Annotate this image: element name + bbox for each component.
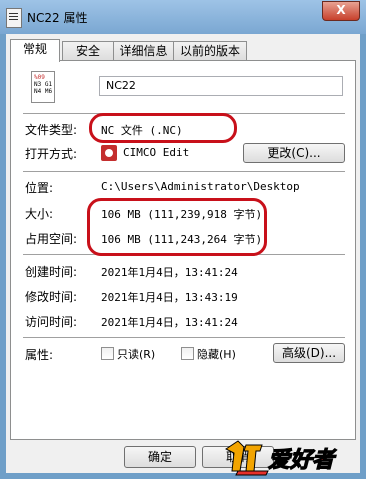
change-button[interactable]: 更改(C)...	[243, 143, 345, 163]
readonly-label: 只读(R)	[117, 348, 156, 361]
file-name-field[interactable]: NC22	[99, 76, 343, 96]
readonly-checkbox[interactable]	[101, 347, 114, 360]
watermark-logo: 爱好者	[225, 440, 338, 476]
attributes-label: 属性:	[25, 348, 54, 362]
divider	[23, 171, 345, 172]
location-label: 位置:	[25, 181, 54, 195]
advanced-button-label: 高级(D)...	[281, 346, 337, 360]
title-bar: NC22 属性 X	[0, 0, 366, 34]
tab-security[interactable]: 安全	[62, 41, 114, 61]
file-name-value: NC22	[106, 79, 136, 92]
created-value: 2021年1月4日，13:41:24	[101, 266, 238, 279]
accessed-value: 2021年1月4日，13:41:24	[101, 316, 238, 329]
file-icon	[6, 8, 22, 28]
tab-details-label: 详细信息	[119, 44, 168, 58]
advanced-button[interactable]: 高级(D)...	[273, 343, 345, 363]
change-button-label: 更改(C)...	[267, 146, 321, 160]
highlight-oval-type	[89, 113, 237, 143]
nc-file-icon: %09 N3 G1 N4 M6	[31, 71, 55, 103]
modified-label: 修改时间:	[25, 290, 78, 304]
location-value: C:\Users\Administrator\Desktop	[101, 180, 300, 193]
file-icon-line: N4 M6	[34, 88, 53, 95]
file-icon-line: %09	[34, 74, 45, 81]
ok-button-label: 确定	[147, 450, 172, 464]
tab-general-label: 常规	[22, 42, 47, 56]
accessed-label: 访问时间:	[25, 315, 78, 329]
close-icon: X	[336, 3, 346, 17]
file-icon-line: N3 G1	[34, 81, 53, 88]
tab-previous-versions-label: 以前的版本	[179, 44, 240, 58]
created-label: 创建时间:	[25, 265, 78, 279]
cimco-app-icon	[101, 145, 117, 161]
opens-with-value: CIMCO Edit	[123, 146, 190, 159]
modified-value: 2021年1月4日，13:43:19	[101, 291, 238, 304]
tab-previous-versions[interactable]: 以前的版本	[173, 41, 247, 61]
tab-security-label: 安全	[75, 44, 100, 58]
tab-general[interactable]: 常规	[10, 39, 60, 62]
tab-details[interactable]: 详细信息	[113, 41, 174, 61]
window-title: NC22 属性	[27, 11, 88, 25]
ok-button[interactable]: 确定	[124, 446, 196, 468]
close-button[interactable]: X	[322, 1, 360, 21]
size-label: 大小:	[25, 207, 54, 221]
hidden-checkbox[interactable]	[181, 347, 194, 360]
divider	[23, 337, 345, 338]
file-type-label: 文件类型:	[25, 123, 78, 137]
opens-with-label: 打开方式:	[25, 147, 78, 161]
hidden-label: 隐藏(H)	[197, 348, 236, 361]
highlight-oval-size	[87, 198, 267, 256]
watermark-text: 爱好者	[268, 448, 337, 473]
size-on-disk-label: 占用空间:	[25, 232, 78, 246]
general-panel: %09 N3 G1 N4 M6 NC22 文件类型: NC 文件 (.NC) 打…	[10, 60, 356, 440]
properties-dialog: 常规 安全 详细信息 以前的版本 %09 N3 G1 N4 M6 NC22 文件…	[6, 34, 360, 473]
